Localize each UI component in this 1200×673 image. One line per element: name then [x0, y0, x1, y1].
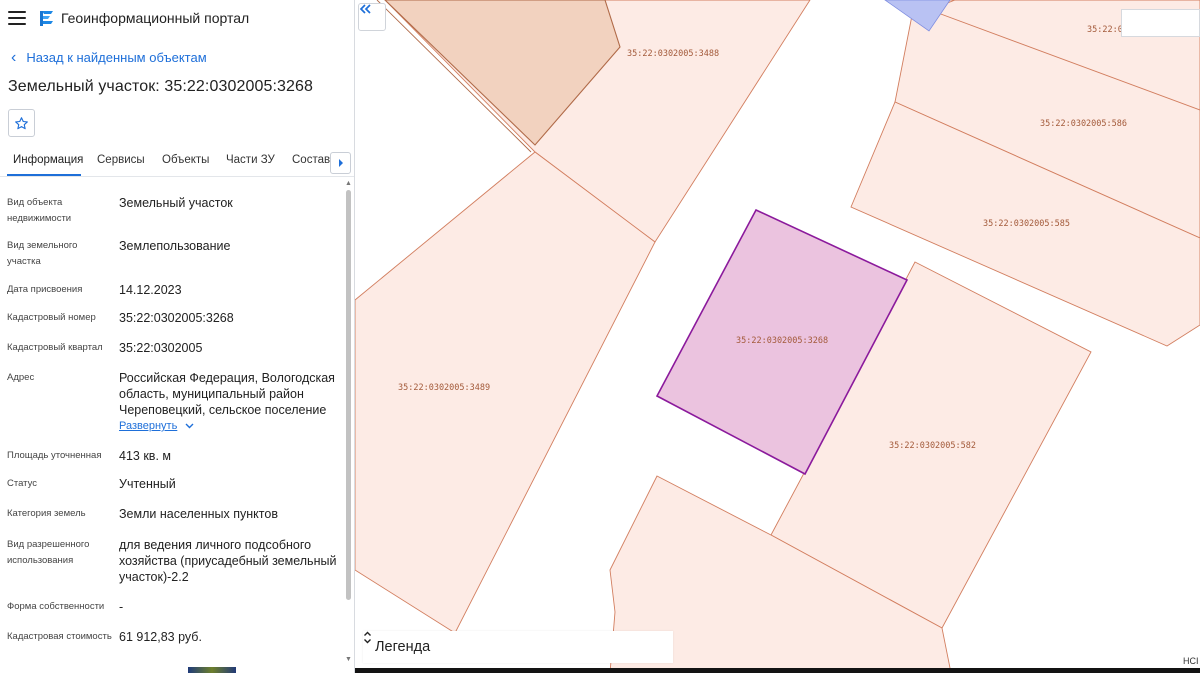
field-value: 35:22:0302005:3268: [119, 311, 234, 325]
field-label: Вид объекта недвижимости: [7, 197, 72, 224]
tab-parts[interactable]: Части ЗУ: [226, 154, 275, 166]
parcel-label-586: 35:22:0302005:586: [1040, 119, 1127, 129]
field-value: Учтенный: [119, 477, 176, 491]
map-search-box[interactable]: [1121, 9, 1200, 37]
scroll-down-icon[interactable]: ▼: [345, 656, 352, 663]
expand-address-link[interactable]: Развернуть: [119, 420, 194, 432]
parcel-label-3268: 35:22:0302005:3268: [736, 336, 828, 346]
double-chevron-left-icon: [359, 4, 371, 14]
map-view[interactable]: 35:22:0302005:3488 35:22:0302005:3489 35…: [355, 0, 1200, 673]
portal-logo-icon: [40, 10, 53, 26]
taskbar-app-icon: [188, 667, 236, 673]
top-bar: Геоинформационный портал: [0, 0, 354, 36]
tab-bar: Информация Сервисы Объекты Части ЗУ Сост…: [0, 150, 354, 177]
back-to-results-link[interactable]: ‹ Назад к найденным объектам: [11, 49, 207, 66]
field-label: Кадастровая стоимость: [7, 631, 112, 642]
bottom-strip: [355, 668, 1200, 673]
field-label: Кадастровый квартал: [7, 342, 103, 353]
chevron-down-icon: [185, 421, 194, 432]
field-value: 413 кв. м: [119, 449, 171, 463]
field-label: Дата присвоения: [7, 284, 83, 295]
tab-information[interactable]: Информация: [13, 154, 83, 166]
scroll-thumb[interactable]: [346, 190, 351, 600]
parcel-label-partial: 35:22:0: [1087, 25, 1123, 35]
parcel-label-3489: 35:22:0302005:3489: [398, 383, 490, 393]
map-corner-label: НСI: [1183, 656, 1199, 666]
map-canvas[interactable]: 35:22:0302005:3488 35:22:0302005:3489 35…: [355, 0, 1200, 673]
field-value: Земельный участок: [119, 196, 233, 210]
field-label: Вид земельного участка: [7, 240, 78, 267]
field-value: Российская Федерация, Вологодская област…: [119, 371, 335, 417]
tab-composition[interactable]: Состав: [292, 154, 330, 166]
active-tab-indicator: [7, 174, 81, 176]
back-link-label: Назад к найденным объектам: [26, 50, 207, 65]
tab-objects[interactable]: Объекты: [162, 154, 209, 166]
field-value: Земли населенных пунктов: [119, 507, 278, 521]
panel-scrollbar[interactable]: ▲ ▼: [344, 180, 353, 668]
field-label: Статус: [7, 478, 38, 489]
field-value: 35:22:0302005: [119, 341, 203, 355]
field-label: Площадь уточненная: [7, 450, 102, 461]
favorite-button[interactable]: [8, 109, 35, 137]
portal-title: Геоинформационный портал: [61, 10, 250, 26]
tabs-scroll-right-button[interactable]: [330, 152, 351, 174]
field-value: 14.12.2023: [119, 283, 182, 297]
field-label: Категория земель: [7, 508, 86, 519]
star-icon: [15, 116, 28, 129]
chevron-right-icon: [338, 159, 343, 167]
field-label: Адрес: [7, 372, 35, 383]
info-panel: Геоинформационный портал ‹ Назад к найде…: [0, 0, 355, 673]
expand-label: Развернуть: [119, 420, 178, 432]
field-label: Форма собственности: [7, 601, 105, 612]
field-value: -: [119, 600, 124, 614]
field-value: Землепользование: [119, 239, 231, 253]
scroll-up-icon[interactable]: ▲: [345, 180, 352, 187]
chevron-left-icon: ‹: [11, 49, 17, 66]
parcel-label-585: 35:22:0302005:585: [983, 219, 1070, 229]
page-title: Земельный участок: 35:22:0302005:3268: [8, 78, 314, 95]
field-value: для ведения личного подсобного хозяйства…: [119, 538, 337, 584]
collapse-panel-button[interactable]: [358, 3, 386, 31]
field-label: Вид разрешенного использования: [7, 539, 90, 566]
legend-bar[interactable]: Легенда: [363, 631, 673, 663]
parcel-label-3488: 35:22:0302005:3488: [627, 49, 719, 59]
legend-label: Легенда: [375, 639, 431, 655]
tab-services[interactable]: Сервисы: [97, 154, 145, 166]
parcel-label-582: 35:22:0302005:582: [889, 441, 976, 451]
field-label: Кадастровый номер: [7, 312, 96, 323]
field-value: 61 912,83 руб.: [119, 630, 202, 644]
menu-icon[interactable]: [8, 11, 26, 25]
